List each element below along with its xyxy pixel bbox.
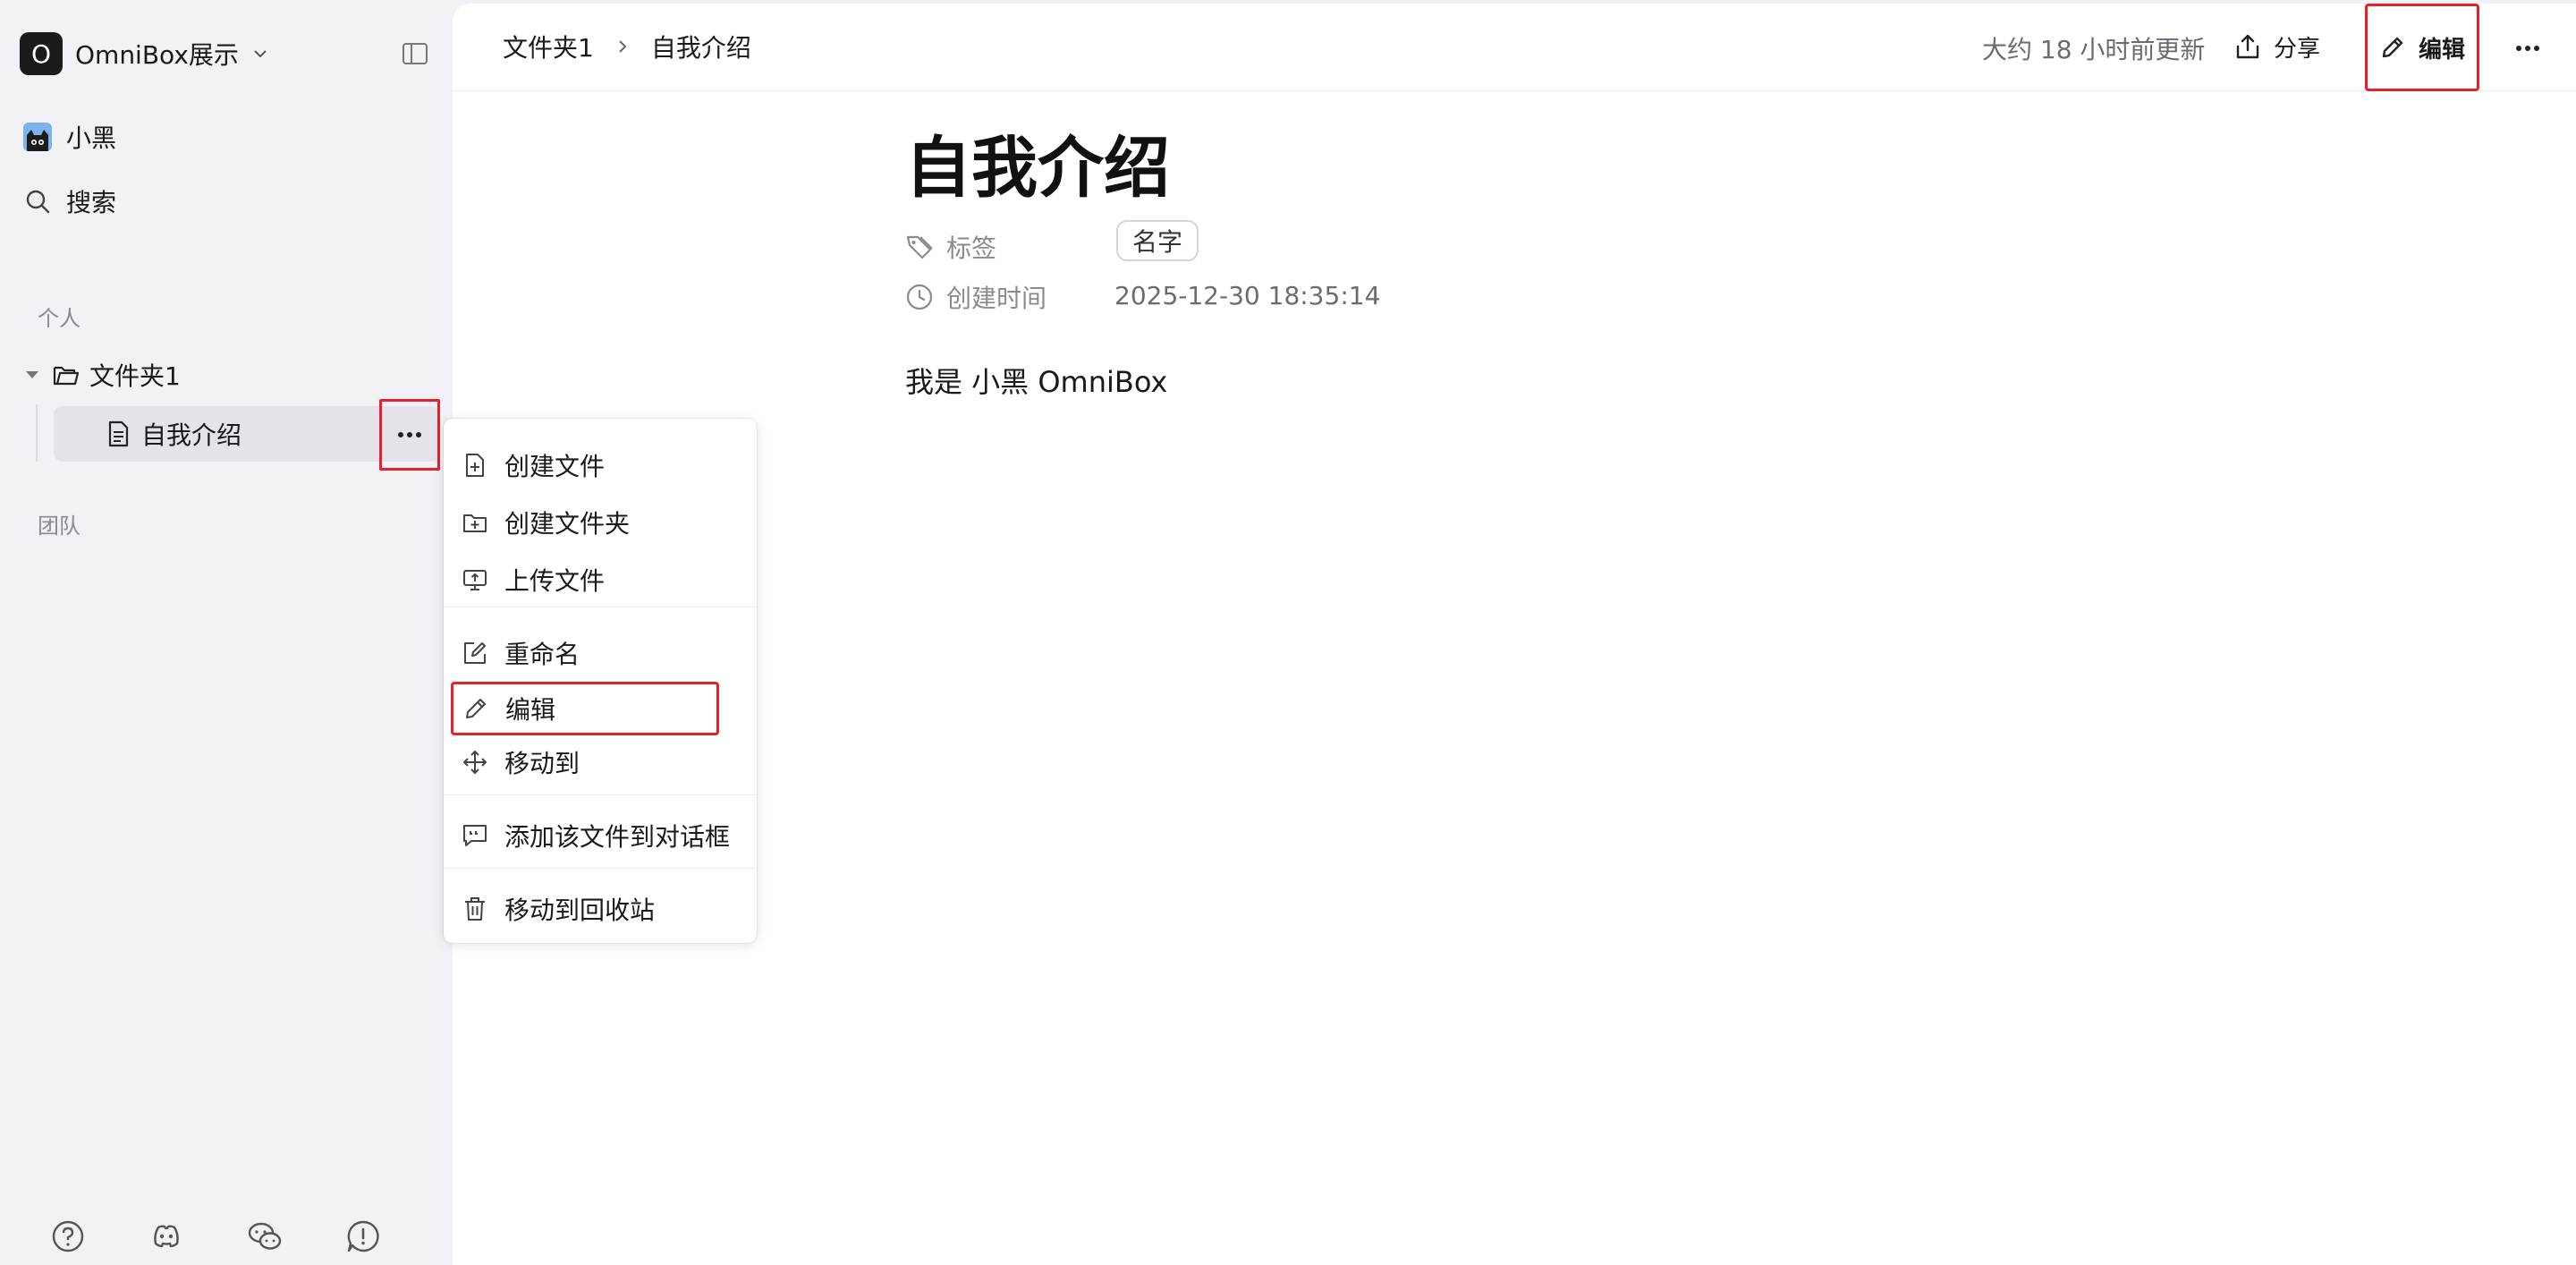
created-value: 2025-12-30 18:35:14 <box>1114 281 1381 310</box>
rename-icon <box>462 640 488 666</box>
search-icon <box>23 187 52 216</box>
wechat-icon[interactable] <box>247 1218 283 1254</box>
search-label: 搜索 <box>66 188 117 217</box>
sidebar: O OmniBox展示 小黑 搜索 个人 文件夹1 自我介绍 团队 <box>0 0 453 1265</box>
tag-icon <box>905 233 934 261</box>
tree-guide-line <box>36 404 38 462</box>
breadcrumb-file[interactable]: 自我介绍 <box>651 29 751 64</box>
workspace-logo: O <box>20 32 63 75</box>
pencil-icon <box>462 695 489 722</box>
menu-item-label: 移动到回收站 <box>504 896 656 925</box>
context-menu: 创建文件 创建文件夹 上传文件 重命名 编辑 移动到 添加该文件到对话框 移动到… <box>444 419 757 943</box>
folder-plus-icon <box>462 509 488 536</box>
menu-item-create-folder[interactable]: 创建文件夹 <box>462 499 748 546</box>
menu-item-move-to[interactable]: 移动到 <box>462 739 748 785</box>
user-name: 小黑 <box>66 123 117 153</box>
workspace-switcher[interactable]: O OmniBox展示 <box>20 30 269 77</box>
created-label: 创建时间 <box>946 284 1047 313</box>
pencil-icon <box>2379 34 2406 61</box>
section-team: 团队 <box>38 514 80 539</box>
property-created: 创建时间 <box>905 279 1046 315</box>
menu-item-label: 创建文件夹 <box>504 509 631 539</box>
menu-divider <box>444 794 757 795</box>
section-personal: 个人 <box>38 306 80 331</box>
menu-item-label: 移动到 <box>504 749 580 778</box>
menu-item-edit[interactable]: 编辑 <box>451 682 719 735</box>
upload-monitor-icon <box>462 566 488 593</box>
clock-icon <box>905 283 934 311</box>
edit-button[interactable]: 编辑 <box>2365 4 2479 91</box>
more-options-icon[interactable] <box>2510 34 2546 63</box>
menu-item-label: 上传文件 <box>504 566 606 596</box>
sidebar-toggle-icon[interactable] <box>401 39 429 68</box>
menu-item-move-to-trash[interactable]: 移动到回收站 <box>462 886 748 932</box>
updated-time: 大约 18 小时前更新 <box>1982 35 2206 64</box>
move-arrows-icon <box>462 749 488 776</box>
breadcrumb-folder[interactable]: 文件夹1 <box>503 29 594 64</box>
caret-down-icon[interactable] <box>23 366 41 384</box>
breadcrumb: 文件夹1 自我介绍 <box>503 29 751 64</box>
tag-chip[interactable]: 名字 <box>1116 220 1199 261</box>
file-more-button[interactable] <box>379 399 440 471</box>
main-panel: 文件夹1 自我介绍 大约 18 小时前更新 分享 编辑 自我介绍 标签 名字 创… <box>453 4 2576 1265</box>
file-label: 自我介绍 <box>141 420 242 450</box>
document-body[interactable]: 我是 小黑 OmniBox <box>905 360 1167 401</box>
discord-icon[interactable] <box>148 1218 184 1254</box>
menu-divider <box>444 868 757 869</box>
more-horizontal-icon <box>397 431 422 438</box>
share-label: 分享 <box>2274 35 2321 63</box>
chevron-right-icon <box>615 38 630 55</box>
menu-item-label: 编辑 <box>505 695 556 725</box>
workspace-name: OmniBox展示 <box>75 40 239 70</box>
feedback-icon[interactable] <box>345 1218 381 1254</box>
trash-icon <box>462 896 488 922</box>
chat-quote-icon <box>462 822 488 849</box>
share-icon <box>2234 32 2261 61</box>
edit-label: 编辑 <box>2418 36 2465 64</box>
file-plus-icon <box>462 452 488 479</box>
document-title[interactable]: 自我介绍 <box>905 115 1170 210</box>
sidebar-user[interactable]: 小黑 <box>23 115 116 159</box>
sidebar-footer <box>47 1218 404 1254</box>
avatar <box>23 123 52 151</box>
tags-label: 标签 <box>946 233 997 263</box>
menu-item-label: 重命名 <box>504 640 580 669</box>
menu-item-upload-file[interactable]: 上传文件 <box>462 556 748 603</box>
menu-item-label: 添加该文件到对话框 <box>504 822 731 852</box>
property-tags: 标签 <box>905 229 996 265</box>
tree-folder-item[interactable]: 文件夹1 <box>23 352 181 397</box>
help-icon[interactable] <box>50 1218 86 1254</box>
share-button[interactable]: 分享 <box>2234 23 2320 70</box>
chevron-down-icon <box>251 45 269 63</box>
folder-label: 文件夹1 <box>89 361 181 391</box>
file-icon <box>104 420 132 448</box>
menu-item-label: 创建文件 <box>504 452 606 481</box>
menu-item-rename[interactable]: 重命名 <box>462 630 748 676</box>
menu-item-add-to-chat[interactable]: 添加该文件到对话框 <box>462 812 748 859</box>
sidebar-search[interactable]: 搜索 <box>23 179 116 224</box>
menu-item-create-file[interactable]: 创建文件 <box>462 442 748 488</box>
folder-icon <box>52 361 80 389</box>
topbar: 文件夹1 自我介绍 大约 18 小时前更新 分享 编辑 <box>453 4 2576 91</box>
